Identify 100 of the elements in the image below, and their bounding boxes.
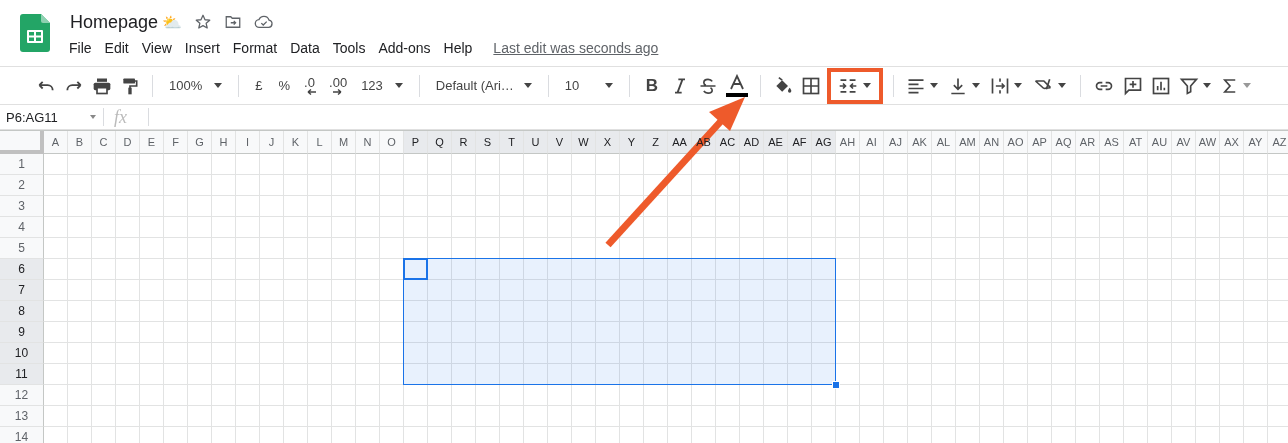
column-header[interactable]: U — [524, 131, 548, 154]
column-header[interactable]: AP — [1028, 131, 1052, 154]
column-header[interactable]: K — [284, 131, 308, 154]
font-size-dropdown[interactable]: 10 — [564, 78, 613, 93]
menu-item[interactable]: Insert — [184, 40, 220, 56]
active-cell[interactable] — [403, 258, 428, 280]
menu-item[interactable]: Help — [443, 40, 473, 56]
column-header[interactable]: R — [452, 131, 476, 154]
column-header[interactable]: AD — [740, 131, 764, 154]
column-header[interactable]: AT — [1124, 131, 1148, 154]
column-header[interactable]: AU — [1148, 131, 1172, 154]
column-header[interactable]: F — [164, 131, 188, 154]
caret-icon[interactable] — [972, 83, 981, 88]
row-header[interactable]: 4 — [0, 217, 44, 238]
column-header[interactable]: AZ — [1268, 131, 1288, 154]
row-header[interactable]: 1 — [0, 154, 44, 175]
row-header[interactable]: 11 — [0, 364, 44, 385]
menu-item[interactable]: View — [141, 40, 172, 56]
zoom-dropdown[interactable]: 100% — [169, 78, 223, 93]
column-header[interactable]: AM — [956, 131, 980, 154]
column-header[interactable]: AY — [1244, 131, 1268, 154]
column-header[interactable]: AA — [668, 131, 692, 154]
column-header[interactable]: X — [596, 131, 620, 154]
column-header[interactable]: O — [380, 131, 404, 154]
row-header[interactable]: 14 — [0, 427, 44, 443]
row-header[interactable]: 10 — [0, 343, 44, 364]
column-header[interactable]: Z — [644, 131, 668, 154]
column-header[interactable]: H — [212, 131, 236, 154]
row-header[interactable]: 8 — [0, 301, 44, 322]
row-header[interactable]: 3 — [0, 196, 44, 217]
caret-icon[interactable] — [930, 83, 939, 88]
currency-button[interactable]: £ — [255, 78, 263, 93]
menu-item[interactable]: Data — [290, 40, 320, 56]
column-header[interactable]: AI — [860, 131, 884, 154]
column-header[interactable]: AG — [812, 131, 836, 154]
row-header[interactable]: 2 — [0, 175, 44, 196]
cell-grid[interactable] — [44, 154, 1288, 443]
column-header[interactable]: AX — [1220, 131, 1244, 154]
row-header[interactable]: 5 — [0, 238, 44, 259]
chart-icon[interactable] — [1151, 75, 1172, 96]
column-header[interactable]: V — [548, 131, 572, 154]
column-header[interactable]: W — [572, 131, 596, 154]
row-header[interactable]: 6 — [0, 259, 44, 280]
star-icon[interactable] — [194, 13, 213, 31]
column-header[interactable]: D — [116, 131, 140, 154]
menu-item[interactable]: File — [69, 40, 92, 56]
borders-icon[interactable] — [801, 75, 822, 96]
number-format-dropdown[interactable]: 123 — [361, 78, 403, 93]
column-header[interactable]: M — [332, 131, 356, 154]
column-header[interactable]: AQ — [1052, 131, 1076, 154]
column-header[interactable]: L — [308, 131, 332, 154]
column-header[interactable]: N — [356, 131, 380, 154]
column-header[interactable]: AC — [716, 131, 740, 154]
name-box[interactable]: P6:AG11 — [0, 109, 96, 125]
column-header[interactable]: AW — [1196, 131, 1220, 154]
column-header[interactable]: S — [476, 131, 500, 154]
caret-icon[interactable] — [1203, 83, 1212, 88]
column-header[interactable]: AK — [908, 131, 932, 154]
menu-item[interactable]: Format — [232, 40, 278, 56]
row-header[interactable]: 12 — [0, 385, 44, 406]
column-header[interactable]: AF — [788, 131, 812, 154]
row-header[interactable]: 9 — [0, 322, 44, 343]
column-header[interactable]: AH — [836, 131, 860, 154]
document-title[interactable]: Homepage — [70, 11, 159, 33]
caret-icon[interactable] — [1058, 83, 1067, 88]
last-edit-link[interactable]: Last edit was seconds ago — [493, 40, 659, 56]
text-color-icon[interactable] — [726, 73, 749, 98]
font-dropdown[interactable]: Default (Ari… — [435, 78, 532, 93]
column-header[interactable]: A — [44, 131, 68, 154]
menu-item[interactable]: Add-ons — [378, 40, 431, 56]
column-header[interactable]: AV — [1172, 131, 1196, 154]
column-header[interactable]: AN — [980, 131, 1004, 154]
column-header[interactable]: Y — [620, 131, 644, 154]
sheets-logo-icon[interactable] — [20, 14, 50, 52]
column-header[interactable]: AJ — [884, 131, 908, 154]
column-header[interactable]: P — [404, 131, 428, 154]
column-header[interactable]: AO — [1004, 131, 1028, 154]
row-header[interactable]: 7 — [0, 280, 44, 301]
cloud-check-icon[interactable] — [254, 13, 275, 31]
caret-icon[interactable] — [863, 83, 872, 88]
column-header[interactable]: I — [236, 131, 260, 154]
bold-button[interactable]: B — [645, 75, 659, 96]
column-header[interactable]: AL — [932, 131, 956, 154]
column-header[interactable]: E — [140, 131, 164, 154]
column-header[interactable]: T — [500, 131, 524, 154]
menu-item[interactable]: Tools — [332, 40, 366, 56]
percent-button[interactable]: % — [278, 78, 291, 93]
column-header[interactable]: Q — [428, 131, 452, 154]
decrease-decimal-button[interactable]: .0 — [304, 76, 318, 95]
row-header[interactable]: 13 — [0, 406, 44, 427]
increase-decimal-button[interactable]: .00 — [329, 76, 348, 95]
column-header[interactable]: C — [92, 131, 116, 154]
column-header[interactable]: B — [68, 131, 92, 154]
fill-handle[interactable] — [832, 381, 840, 389]
column-header[interactable]: J — [260, 131, 284, 154]
caret-icon[interactable] — [1014, 83, 1023, 88]
comment-icon[interactable] — [1123, 75, 1144, 96]
column-header[interactable]: AS — [1100, 131, 1124, 154]
move-folder-icon[interactable] — [224, 13, 243, 31]
column-header[interactable]: AE — [764, 131, 788, 154]
